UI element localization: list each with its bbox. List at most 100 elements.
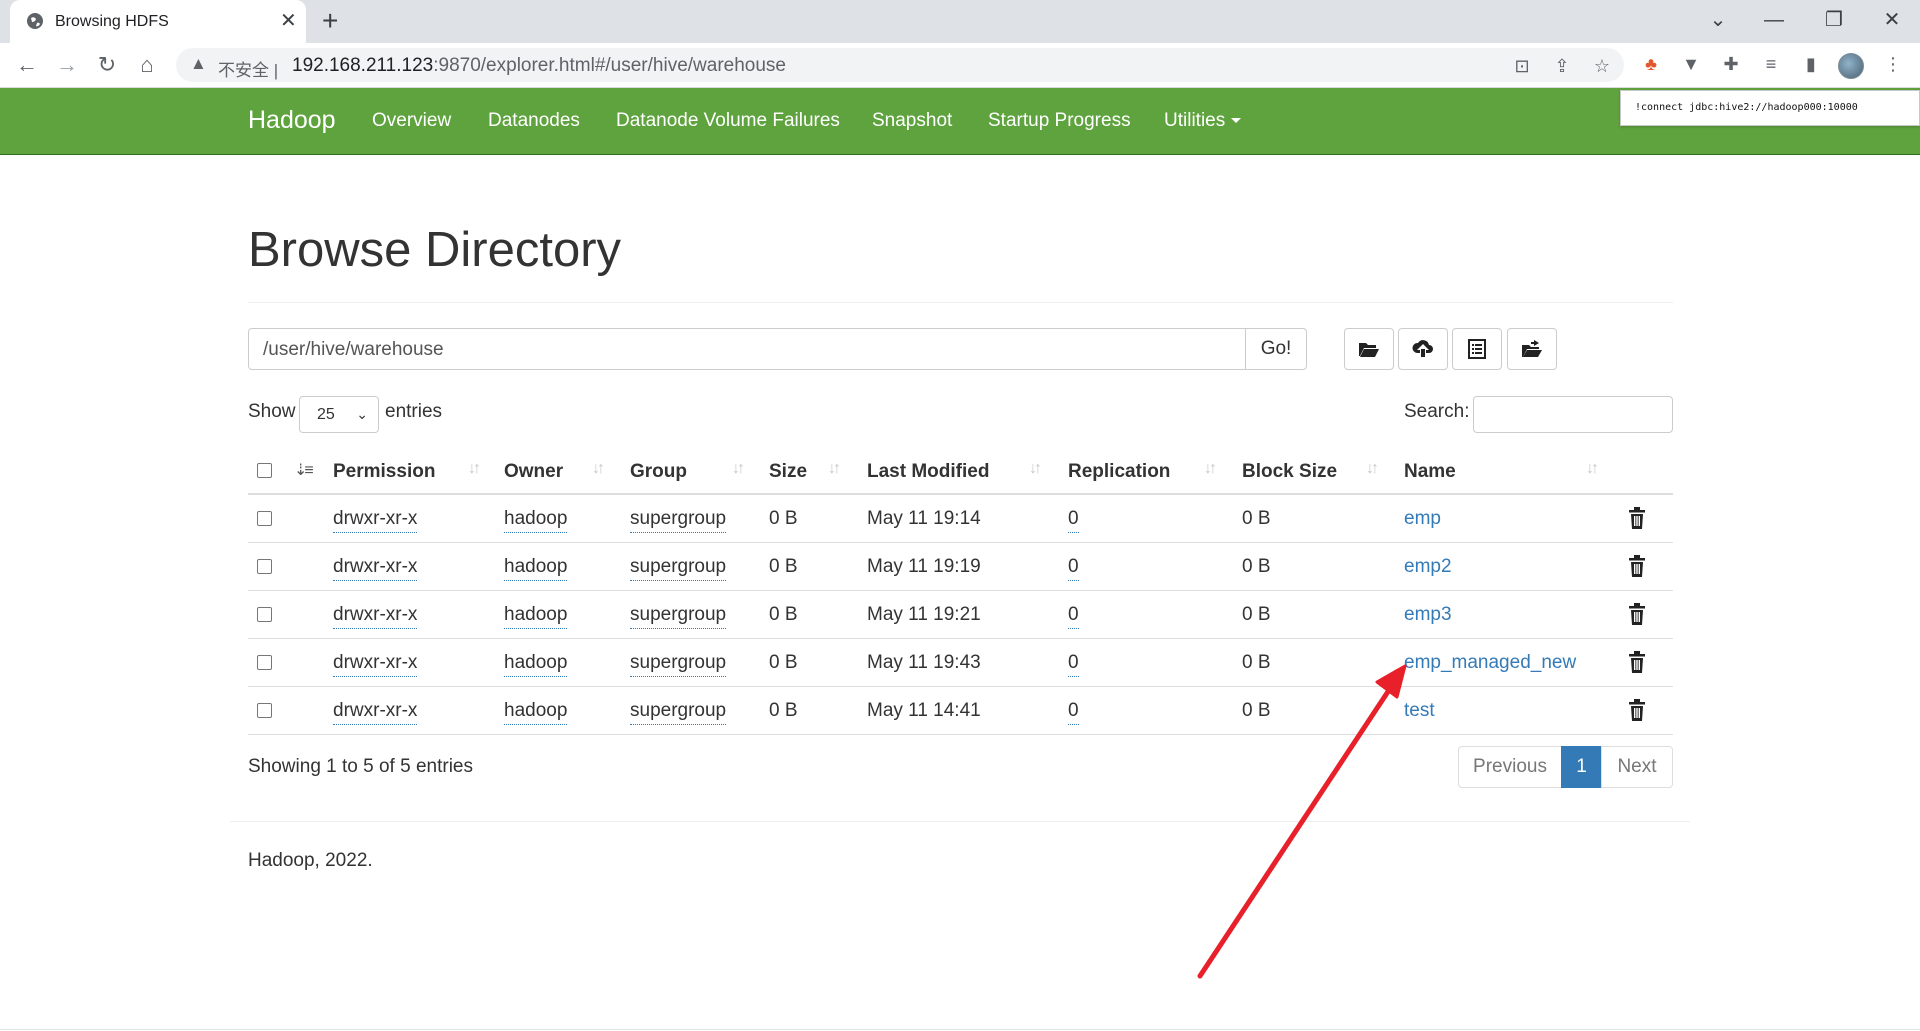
cell-name-link[interactable]: emp2	[1404, 556, 1452, 578]
sort-icon[interactable]: ↓↑	[1366, 460, 1379, 478]
extension-v-icon[interactable]: ▼	[1678, 54, 1704, 75]
extension-red-icon[interactable]: ♣	[1638, 54, 1664, 75]
sort-icon[interactable]: ↓↑	[732, 460, 745, 478]
move-button[interactable]	[1507, 328, 1557, 370]
cut-paste-button[interactable]	[1452, 328, 1502, 370]
home-icon[interactable]: ⌂	[132, 50, 162, 80]
trash-icon[interactable]	[1628, 507, 1646, 529]
next-button[interactable]: Next	[1601, 746, 1673, 788]
go-button[interactable]: Go!	[1245, 328, 1307, 370]
restore-button[interactable]: ❐	[1814, 6, 1854, 34]
entries-per-page-select[interactable]: 25 ⌄	[299, 396, 379, 433]
cell-name-link[interactable]: emp3	[1404, 604, 1452, 626]
sort-icon[interactable]: ↓↑	[1204, 460, 1217, 478]
col-block-size[interactable]: Block Size	[1242, 461, 1337, 483]
cell-replication[interactable]: 0	[1068, 652, 1079, 677]
sort-icon[interactable]: ↓↑	[1029, 460, 1042, 478]
table-info: Showing 1 to 5 of 5 entries	[248, 756, 473, 777]
minimize-button[interactable]: —	[1754, 6, 1794, 34]
cell-name-link[interactable]: emp	[1404, 508, 1441, 530]
browser-tab-bar: Browsing HDFS ✕ + ⌄ — ❐ ✕	[0, 0, 1920, 43]
nav-utilities-dropdown[interactable]: Utilities	[1164, 110, 1242, 132]
cell-owner[interactable]: hadoop	[504, 556, 568, 581]
nav-volume-failures[interactable]: Datanode Volume Failures	[616, 110, 840, 132]
trash-icon[interactable]	[1628, 651, 1646, 673]
row-checkbox[interactable]	[257, 703, 272, 718]
tab-search-icon[interactable]: ⌄	[1698, 6, 1738, 34]
row-checkbox[interactable]	[257, 607, 272, 622]
extensions-icon[interactable]: ✚	[1718, 54, 1744, 75]
col-name[interactable]: Name	[1404, 461, 1456, 483]
cell-group[interactable]: supergroup	[630, 508, 727, 533]
cell-group[interactable]: supergroup	[630, 700, 727, 725]
cell-name-link[interactable]: emp_managed_new	[1404, 652, 1576, 674]
cell-permission[interactable]: drwxr-xr-x	[333, 604, 418, 629]
row-checkbox[interactable]	[257, 511, 272, 526]
browser-tab[interactable]: Browsing HDFS ✕	[10, 0, 306, 43]
reload-icon[interactable]: ↻	[92, 50, 122, 80]
cell-owner[interactable]: hadoop	[504, 508, 568, 533]
previous-button[interactable]: Previous	[1458, 746, 1562, 788]
nav-overview[interactable]: Overview	[372, 110, 451, 132]
cell-permission[interactable]: drwxr-xr-x	[333, 652, 418, 677]
sort-icon[interactable]: ↓↑	[592, 460, 605, 478]
brand-link[interactable]: Hadoop	[248, 106, 336, 135]
share-icon[interactable]: ⇪	[1550, 56, 1574, 77]
new-tab-button[interactable]: +	[322, 6, 338, 36]
nav-startup-progress[interactable]: Startup Progress	[988, 110, 1131, 132]
col-replication[interactable]: Replication	[1068, 461, 1170, 483]
menu-kebab-icon[interactable]: ⋮	[1880, 54, 1906, 75]
cell-block-size: 0 B	[1242, 652, 1271, 673]
select-all-checkbox[interactable]	[257, 463, 272, 478]
cell-permission[interactable]: drwxr-xr-x	[333, 556, 418, 581]
col-permission[interactable]: Permission	[333, 461, 435, 483]
search-input[interactable]	[1473, 396, 1673, 433]
tab-close-icon[interactable]: ✕	[280, 9, 297, 33]
cell-owner[interactable]: hadoop	[504, 652, 568, 677]
cell-owner[interactable]: hadoop	[504, 700, 568, 725]
sort-icon[interactable]: ↓↑	[468, 460, 481, 478]
reading-list-icon[interactable]: ≡	[1758, 54, 1784, 75]
sort-icon[interactable]: ↓↑	[828, 460, 841, 478]
cell-name-link[interactable]: test	[1404, 700, 1435, 722]
sort-icon[interactable]: ↓↑	[1586, 460, 1599, 478]
side-panel-icon[interactable]: ▮	[1798, 54, 1824, 75]
row-checkbox[interactable]	[257, 559, 272, 574]
cell-group[interactable]: supergroup	[630, 556, 727, 581]
cell-owner[interactable]: hadoop	[504, 604, 568, 629]
directory-input[interactable]: /user/hive/warehouse	[248, 328, 1246, 370]
page-1-button[interactable]: 1	[1561, 746, 1602, 788]
profile-avatar[interactable]	[1838, 53, 1864, 79]
cell-permission[interactable]: drwxr-xr-x	[333, 508, 418, 533]
col-owner[interactable]: Owner	[504, 461, 563, 483]
upload-button[interactable]	[1398, 328, 1448, 370]
sort-asc-icon[interactable]: ⇣≡	[294, 460, 314, 480]
trash-icon[interactable]	[1628, 603, 1646, 625]
col-last-modified[interactable]: Last Modified	[867, 461, 989, 483]
col-group[interactable]: Group	[630, 461, 687, 483]
create-directory-button[interactable]	[1344, 328, 1394, 370]
cell-last-modified: May 11 19:43	[867, 652, 981, 673]
forward-icon[interactable]: →	[52, 50, 82, 80]
address-bar[interactable]: ▲ 不安全 | 192.168.211.123:9870/explorer.ht…	[176, 48, 1624, 82]
back-icon[interactable]: ←	[12, 50, 42, 80]
close-window-button[interactable]: ✕	[1872, 6, 1912, 34]
nav-snapshot[interactable]: Snapshot	[872, 110, 952, 132]
cell-replication[interactable]: 0	[1068, 556, 1079, 581]
cell-replication[interactable]: 0	[1068, 508, 1079, 533]
cell-block-size: 0 B	[1242, 556, 1271, 577]
cell-group[interactable]: supergroup	[630, 652, 727, 677]
translate-icon[interactable]: ⊡	[1510, 56, 1534, 77]
col-size[interactable]: Size	[769, 461, 807, 483]
star-icon[interactable]: ☆	[1590, 56, 1614, 77]
trash-icon[interactable]	[1628, 699, 1646, 721]
cell-group[interactable]: supergroup	[630, 604, 727, 629]
trash-icon[interactable]	[1628, 555, 1646, 577]
security-status[interactable]: 不安全 |	[218, 56, 278, 81]
url-text[interactable]: 192.168.211.123:9870/explorer.html#/user…	[292, 55, 786, 77]
cell-replication[interactable]: 0	[1068, 700, 1079, 725]
row-checkbox[interactable]	[257, 655, 272, 670]
cell-permission[interactable]: drwxr-xr-x	[333, 700, 418, 725]
nav-datanodes[interactable]: Datanodes	[488, 110, 580, 132]
cell-replication[interactable]: 0	[1068, 604, 1079, 629]
